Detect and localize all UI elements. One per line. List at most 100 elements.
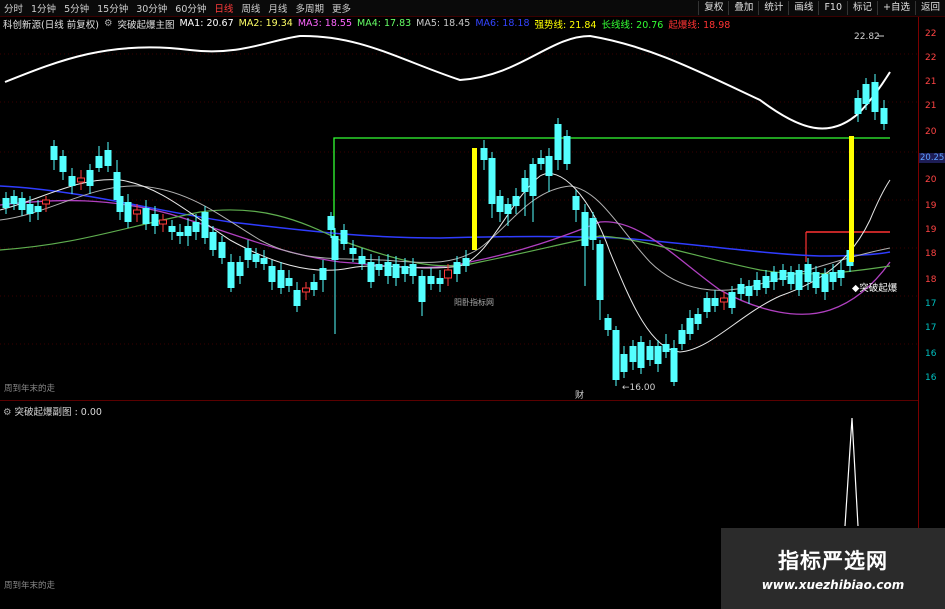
candle-body <box>260 258 268 264</box>
candle-body <box>711 298 719 306</box>
candlestick-chart[interactable]: 22.82 ←16.00 ◆突破起爆 阳卧指标网 周到年末的走 财 <box>0 30 918 400</box>
candle-body <box>218 242 226 258</box>
mark-button[interactable]: 标记 <box>847 1 877 15</box>
tab-fenshi[interactable]: 分时 <box>0 1 27 15</box>
draw-line-button[interactable]: 画线 <box>788 1 818 15</box>
candle-body <box>581 212 589 246</box>
candle-body <box>116 196 124 212</box>
ma2-value: MA2: 19.34 <box>238 18 293 29</box>
candle-body <box>779 270 787 280</box>
watermark: 指标严选网 www.xuezhibiao.com <box>721 528 945 609</box>
tab-30min[interactable]: 30分钟 <box>132 1 171 15</box>
price-tick: 19 <box>925 201 937 211</box>
price-tick: 20 <box>925 175 937 185</box>
overlay-button[interactable]: 叠加 <box>728 1 758 15</box>
candle-body <box>340 230 348 244</box>
strong-line-bar-left <box>472 148 477 250</box>
candle-body <box>821 274 829 292</box>
candle-body <box>589 218 597 240</box>
ma1-value: MA1: 20.67 <box>179 18 234 29</box>
candle-body <box>686 318 694 334</box>
candle-body <box>418 276 426 302</box>
price-tick: 18 <box>925 275 937 285</box>
candle-body <box>572 196 580 210</box>
candle-body <box>703 298 711 312</box>
tab-5min[interactable]: 5分钟 <box>60 1 93 15</box>
candle-body <box>327 216 335 230</box>
candle-body <box>612 330 620 380</box>
statistics-button[interactable]: 统计 <box>758 1 788 15</box>
ma4-value: MA4: 17.83 <box>357 18 412 29</box>
chart-note-bottom: 阳卧指标网 <box>454 297 494 307</box>
candle-body <box>268 266 276 282</box>
tab-1min[interactable]: 1分钟 <box>27 1 60 15</box>
strong-line-bar-right <box>849 136 854 262</box>
candle-body <box>77 177 85 183</box>
candle-body <box>68 176 76 186</box>
candle-body <box>159 219 167 225</box>
sub-signal-spike <box>844 417 859 527</box>
candle-body <box>252 254 260 262</box>
ma6-value: MA6: 18.18 <box>475 18 530 29</box>
candle-body <box>285 278 293 286</box>
candle-body <box>694 314 702 324</box>
burst-line-value: 起爆线: 18.98 <box>668 19 731 31</box>
candle-body <box>854 98 862 114</box>
candle-body <box>401 266 409 274</box>
price-tick: 17 <box>925 299 937 309</box>
candle-body <box>392 264 400 278</box>
strong-line-value: 强势线: 21.84 <box>534 19 597 31</box>
candle-body <box>670 348 678 382</box>
tab-daily[interactable]: 日线 <box>210 1 237 15</box>
candle-body <box>737 284 745 294</box>
price-tick: 22 <box>925 29 937 39</box>
candle-body <box>201 212 209 238</box>
candle-body <box>521 178 529 192</box>
tab-60min[interactable]: 60分钟 <box>171 1 210 15</box>
candle-body <box>480 148 488 160</box>
stock-name: 科创新源(日线 前复权) <box>3 19 99 31</box>
candle-body <box>95 156 103 168</box>
candle-body <box>812 272 820 288</box>
candle-body <box>236 262 244 276</box>
tab-15min[interactable]: 15分钟 <box>93 1 132 15</box>
candle-body <box>745 286 753 296</box>
candle-body <box>654 346 662 364</box>
candle-body <box>34 206 42 212</box>
candle-body <box>310 282 318 290</box>
candle-body <box>837 270 845 278</box>
event-marker[interactable]: 财 <box>575 389 584 400</box>
price-tick: 22 <box>925 53 937 63</box>
back-button[interactable]: 返回 <box>914 1 945 15</box>
panel-separator <box>0 400 918 401</box>
candle-body <box>244 248 252 260</box>
add-favorite-button[interactable]: +自选 <box>877 1 915 15</box>
candle-body <box>277 270 285 288</box>
candle-body <box>620 354 628 372</box>
candle-body <box>331 236 339 260</box>
candle-body <box>2 198 10 208</box>
candle-body <box>637 342 645 368</box>
candle-body <box>42 199 50 205</box>
candle-body <box>444 269 452 279</box>
restore-rights-button[interactable]: 复权 <box>698 1 728 15</box>
indicator-name[interactable]: 突破起爆主图 <box>117 17 174 31</box>
candle-body <box>554 124 562 160</box>
price-tick: 17 <box>925 323 937 333</box>
tab-monthly[interactable]: 月线 <box>264 1 291 15</box>
price-tick: 16 <box>925 349 937 359</box>
candle-body <box>124 202 132 222</box>
low-price-label: ←16.00 <box>622 383 656 393</box>
tab-weekly[interactable]: 周线 <box>237 1 264 15</box>
price-tick: 20 <box>925 127 937 137</box>
ma-purple <box>0 199 891 315</box>
price-tick: 18 <box>925 249 937 259</box>
candles <box>2 74 888 386</box>
candle-body <box>86 170 94 186</box>
settings-icon[interactable]: ⚙ <box>104 18 113 29</box>
candle-body <box>829 272 837 282</box>
tab-more[interactable]: 更多 <box>328 1 355 15</box>
candle-body <box>662 344 670 352</box>
tab-multi-period[interactable]: 多周期 <box>291 1 328 15</box>
f10-button[interactable]: F10 <box>818 1 847 15</box>
